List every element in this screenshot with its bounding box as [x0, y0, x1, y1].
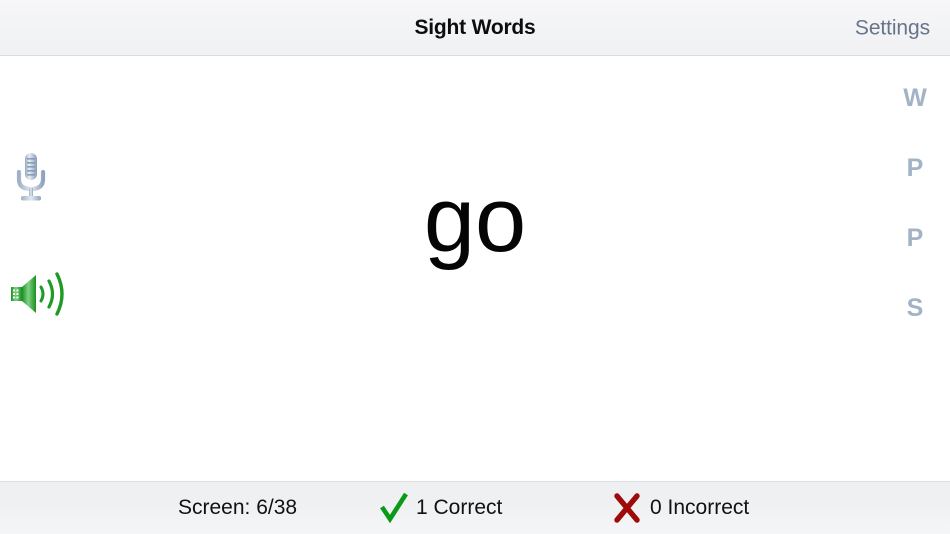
- correct-counter-label: 1 Correct: [416, 496, 503, 519]
- current-word-container: go: [0, 174, 950, 266]
- check-mark-icon: [380, 492, 408, 524]
- screen-counter-label: Screen: 6/38: [178, 496, 298, 519]
- rail-letter-2[interactable]: P: [907, 226, 924, 296]
- status-bar: Screen: 6/38 1 Correct 0 Incorrect: [0, 481, 950, 534]
- speaker-button[interactable]: [8, 266, 70, 322]
- sight-words-app: Sight Words Settings go W P P S Screen: …: [0, 0, 950, 534]
- current-word[interactable]: go: [424, 174, 526, 266]
- letter-rail: W P P S: [894, 86, 936, 366]
- speaker-volume-icon: [8, 266, 70, 322]
- incorrect-counter: 0 Incorrect: [612, 492, 749, 524]
- main-content: go W P P S: [0, 56, 950, 481]
- rail-letter-3[interactable]: S: [907, 296, 924, 366]
- cross-mark-icon: [612, 492, 642, 524]
- page-title: Sight Words: [414, 16, 536, 39]
- incorrect-counter-label: 0 Incorrect: [650, 496, 750, 519]
- rail-letter-0[interactable]: W: [903, 86, 927, 156]
- rail-letter-1[interactable]: P: [907, 156, 924, 226]
- correct-counter: 1 Correct: [380, 492, 502, 524]
- navigation-bar: Sight Words Settings: [0, 0, 950, 56]
- settings-button[interactable]: Settings: [855, 17, 930, 38]
- screen-counter: Screen: 6/38: [178, 496, 297, 520]
